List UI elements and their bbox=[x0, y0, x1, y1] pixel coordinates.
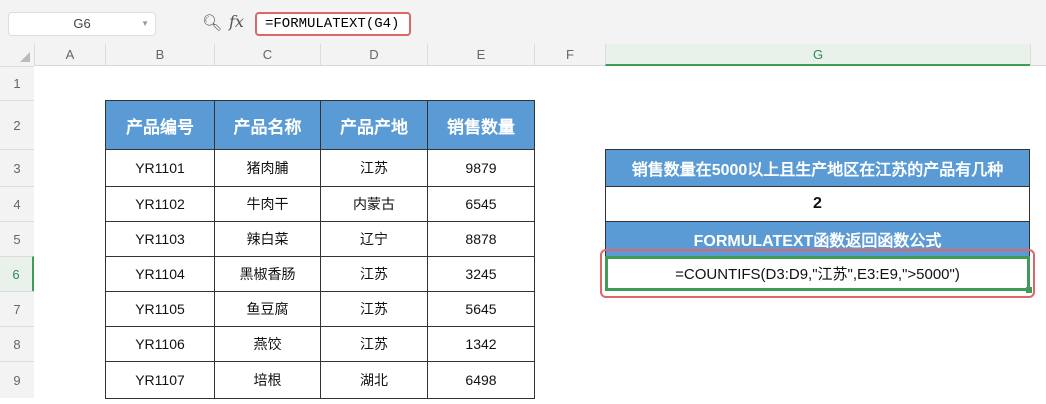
table-cell[interactable]: YR1104 bbox=[105, 256, 215, 292]
table-cell[interactable]: 牛肉干 bbox=[214, 186, 321, 222]
row-header-3[interactable]: 3 bbox=[0, 149, 34, 186]
fill-handle[interactable] bbox=[1026, 287, 1032, 293]
table-cell[interactable]: YR1106 bbox=[105, 326, 215, 362]
row-header-7[interactable]: 7 bbox=[0, 291, 34, 326]
highlight-box bbox=[600, 249, 1035, 298]
table-cell[interactable]: 黑椒香肠 bbox=[214, 256, 321, 292]
table-cell[interactable]: 培根 bbox=[214, 361, 321, 399]
row-header-1[interactable]: 1 bbox=[0, 66, 34, 100]
table-cell[interactable]: 5645 bbox=[427, 291, 535, 327]
row-header-5[interactable]: 5 bbox=[0, 221, 34, 256]
column-header-G[interactable]: G bbox=[605, 44, 1030, 66]
formula-input[interactable]: =FORMULATEXT(G4) bbox=[255, 12, 411, 36]
table-cell[interactable]: 湖北 bbox=[320, 361, 428, 399]
table-cell[interactable]: 3245 bbox=[427, 256, 535, 292]
table-cell[interactable]: 猪肉脯 bbox=[214, 149, 321, 187]
table-cell[interactable]: 江苏 bbox=[320, 149, 428, 187]
column-header-D[interactable]: D bbox=[320, 44, 427, 66]
column-header-E[interactable]: E bbox=[427, 44, 534, 66]
table-cell[interactable]: YR1107 bbox=[105, 361, 215, 399]
row-header-6[interactable]: 6 bbox=[0, 256, 34, 291]
question-cell[interactable]: 销售数量在5000以上且生产地区在江苏的产品有几种 bbox=[605, 149, 1030, 187]
table-cell[interactable]: YR1105 bbox=[105, 291, 215, 327]
column-header-C[interactable]: C bbox=[214, 44, 320, 66]
table-cell[interactable]: YR1103 bbox=[105, 221, 215, 257]
column-header-B[interactable]: B bbox=[105, 44, 214, 66]
table-header[interactable]: 产品名称 bbox=[214, 100, 321, 150]
table-cell[interactable]: 江苏 bbox=[320, 326, 428, 362]
row-header-9[interactable]: 9 bbox=[0, 361, 34, 398]
table-cell[interactable]: 内蒙古 bbox=[320, 186, 428, 222]
magnifier-icon[interactable]: 🔍︎ bbox=[202, 13, 222, 33]
table-cell[interactable]: 6498 bbox=[427, 361, 535, 399]
table-cell[interactable]: 燕饺 bbox=[214, 326, 321, 362]
formula-bar bbox=[0, 0, 1046, 44]
table-header[interactable]: 销售数量 bbox=[427, 100, 535, 150]
table-cell[interactable]: YR1101 bbox=[105, 149, 215, 187]
table-header[interactable]: 产品产地 bbox=[320, 100, 428, 150]
column-header-A[interactable]: A bbox=[34, 44, 105, 66]
table-cell[interactable]: 江苏 bbox=[320, 256, 428, 292]
table-cell[interactable]: 1342 bbox=[427, 326, 535, 362]
name-box[interactable]: G6 ▼ bbox=[8, 12, 156, 36]
table-cell[interactable]: 江苏 bbox=[320, 291, 428, 327]
table-cell[interactable]: 8878 bbox=[427, 221, 535, 257]
table-header[interactable]: 产品编号 bbox=[105, 100, 215, 150]
table-cell[interactable]: 鱼豆腐 bbox=[214, 291, 321, 327]
table-cell[interactable]: 辣白菜 bbox=[214, 221, 321, 257]
table-cell[interactable]: 6545 bbox=[427, 186, 535, 222]
row-header-4[interactable]: 4 bbox=[0, 186, 34, 221]
fx-icon[interactable]: fx bbox=[229, 12, 244, 31]
column-header-H[interactable] bbox=[1030, 44, 1046, 66]
name-box-value: G6 bbox=[73, 16, 91, 31]
answer-cell[interactable]: 2 bbox=[605, 186, 1030, 222]
select-all-corner[interactable] bbox=[0, 44, 34, 66]
table-cell[interactable]: 辽宁 bbox=[320, 221, 428, 257]
column-header-F[interactable]: F bbox=[534, 44, 605, 66]
row-header-2[interactable]: 2 bbox=[0, 100, 34, 149]
row-header-8[interactable]: 8 bbox=[0, 326, 34, 361]
table-cell[interactable]: 9879 bbox=[427, 149, 535, 187]
table-cell[interactable]: YR1102 bbox=[105, 186, 215, 222]
chevron-down-icon[interactable]: ▼ bbox=[141, 13, 149, 35]
